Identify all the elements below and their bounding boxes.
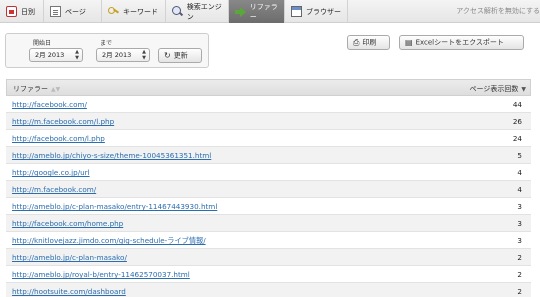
tab-referrer[interactable]: リファラー — [229, 0, 285, 23]
select-arrows-icon: ▲ ▼ — [75, 49, 79, 61]
pageview-count: 3 — [517, 202, 522, 211]
referrer-column-header[interactable]: リファラー ▲▼ — [13, 84, 60, 94]
table-row: http://facebook.com/44 — [6, 96, 531, 113]
referrer-link[interactable]: http://facebook.com/l.php — [12, 134, 105, 143]
pageview-count: 5 — [517, 151, 522, 160]
tab-label: ページ — [65, 7, 86, 16]
table-body: http://facebook.com/44 http://m.facebook… — [6, 96, 531, 297]
referrer-link[interactable]: http://ameblo.jp/c-plan-masako/ — [12, 253, 127, 262]
table-row: http://facebook.com/l.php 24 — [6, 130, 531, 147]
tab-label: リファラー — [249, 2, 278, 21]
pageview-count: 4 — [517, 168, 522, 177]
referrer-link[interactable]: http://knitlovejazz.jimdo.com/gig-schedu… — [12, 236, 206, 246]
document-icon: ▤ — [405, 38, 413, 47]
end-date-label: まで — [100, 40, 113, 47]
arrow-right-icon — [235, 6, 246, 17]
start-date-label: 開始日 — [33, 40, 52, 47]
table-row: http://hootsuite.com/dashboard 2 — [6, 283, 531, 297]
tab-search-engine[interactable]: 検索エンジン — [166, 0, 229, 23]
referrer-link[interactable]: http://ameblo.jp/chiyo-s-size/theme-1004… — [12, 151, 211, 160]
tab-bar: 日別 ページ キーワード 検索エンジン リファラー ブラウザー アクセス解析を無… — [0, 0, 540, 23]
export-label: Excelシートをエクスポート — [415, 38, 504, 47]
tab-daily[interactable]: 日別 — [0, 0, 44, 23]
tab-page[interactable]: ページ — [44, 0, 102, 23]
calendar-icon — [6, 6, 17, 17]
referrer-link[interactable]: http://facebook.com/ — [12, 100, 87, 109]
table-row: http://knitlovejazz.jimdo.com/gig-schedu… — [6, 232, 531, 249]
start-month-value: 2月 2013 — [35, 51, 65, 59]
end-month-select[interactable]: 2月 2013 ▲ ▼ — [96, 48, 150, 62]
date-filter-panel: 開始日 まで 2月 2013 ▲ ▼ 2月 2013 ▲ ▼ ↻ 更新 — [5, 33, 209, 68]
update-label: 更新 — [173, 51, 188, 60]
referrer-link[interactable]: http://ameblo.jp/c-plan-masako/entry-114… — [12, 202, 217, 211]
print-button[interactable]: ⎙ 印刷 — [347, 35, 390, 50]
table-row: http://facebook.com/home.php 3 — [6, 215, 531, 232]
tab-browser[interactable]: ブラウザー — [285, 0, 348, 23]
tab-keyword[interactable]: キーワード — [102, 0, 166, 23]
magnifier-icon — [172, 6, 183, 17]
refresh-icon: ↻ — [164, 51, 171, 60]
referrer-header-label: リファラー — [13, 85, 48, 93]
referrer-link[interactable]: http://facebook.com/home.php — [12, 219, 123, 228]
sort-descending-icon: ▼ — [521, 86, 526, 93]
page-icon — [50, 6, 61, 17]
referrer-link[interactable]: http://m.facebook.com/ — [12, 185, 96, 194]
table-row: http://ameblo.jp/royal-b/entry-114625700… — [6, 266, 531, 283]
printer-icon: ⎙ — [353, 38, 360, 47]
table-header: リファラー ▲▼ ページ表示回数 ▼ — [6, 79, 531, 96]
pageview-count: 2 — [517, 253, 522, 262]
tab-label: 日別 — [21, 7, 35, 16]
table-row: http://ameblo.jp/c-plan-masako/entry-114… — [6, 198, 531, 215]
pageview-count: 2 — [517, 287, 522, 296]
tab-label: ブラウザー — [306, 7, 341, 16]
tab-label: キーワード — [123, 7, 158, 16]
count-header-label: ページ表示回数 — [469, 85, 519, 93]
pageview-count: 4 — [517, 185, 522, 194]
disable-analytics-link[interactable]: アクセス解析を無効にする — [456, 0, 540, 23]
table-row: http://ameblo.jp/chiyo-s-size/theme-1004… — [6, 147, 531, 164]
referrer-link[interactable]: http://ameblo.jp/royal-b/entry-114625700… — [12, 270, 190, 279]
pageview-count: 3 — [517, 219, 522, 228]
table-row: http://m.facebook.com/l.php 26 — [6, 113, 531, 130]
table-row: http://ameblo.jp/c-plan-masako/2 — [6, 249, 531, 266]
end-month-value: 2月 2013 — [102, 51, 132, 59]
browser-window-icon — [291, 6, 302, 17]
referrer-link[interactable]: http://hootsuite.com/dashboard — [12, 287, 126, 296]
referrer-table: リファラー ▲▼ ページ表示回数 ▼ http://facebook.com/44 … — [6, 79, 531, 297]
pageview-count: 44 — [512, 100, 522, 109]
tab-label: 検索エンジン — [186, 2, 222, 21]
sort-icon: ▲▼ — [51, 86, 61, 93]
select-arrows-icon: ▲ ▼ — [142, 49, 146, 61]
pageview-count: 2 — [517, 270, 522, 279]
pageview-count: 3 — [517, 236, 522, 245]
pageview-count: 26 — [512, 117, 522, 126]
count-column-header[interactable]: ページ表示回数 ▼ — [470, 84, 527, 94]
table-row: http://m.facebook.com/4 — [6, 181, 531, 198]
print-label: 印刷 — [362, 38, 377, 47]
start-month-select[interactable]: 2月 2013 ▲ ▼ — [29, 48, 83, 62]
export-excel-button[interactable]: ▤ Excelシートをエクスポート — [399, 35, 524, 50]
pageview-count: 24 — [512, 134, 522, 143]
update-button[interactable]: ↻ 更新 — [158, 48, 202, 63]
key-icon — [108, 6, 119, 17]
table-row: http://google.co.jp/url 4 — [6, 164, 531, 181]
referrer-link[interactable]: http://google.co.jp/url — [12, 168, 90, 177]
referrer-link[interactable]: http://m.facebook.com/l.php — [12, 117, 114, 126]
